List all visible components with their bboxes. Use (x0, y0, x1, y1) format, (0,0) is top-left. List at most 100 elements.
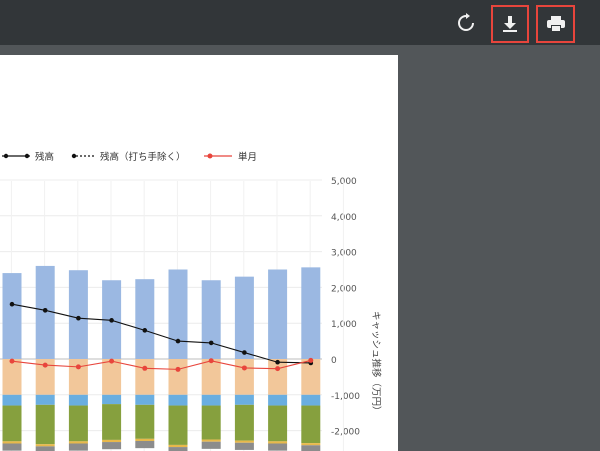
monthly-line (11, 359, 311, 370)
bar-segment (168, 444, 188, 448)
y-tick-label: 3,000 (331, 249, 357, 259)
bar-segment (168, 447, 188, 451)
bar-segment (35, 446, 55, 451)
monthly-point (175, 366, 181, 372)
legend-label-balance: 残高 (35, 151, 54, 163)
balance-point (109, 318, 114, 323)
bar-segment (268, 394, 288, 406)
bar-segment (35, 404, 55, 445)
balance-point (42, 308, 48, 313)
cash-flow-chart: 残高 残高（打ち手除く） 単月 5,000 4,000 3,000 2,000 1,000 0 -… (0, 151, 382, 451)
legend-label-monthly: 単月 (238, 151, 257, 163)
bar-segment (201, 439, 221, 442)
legend-marker-balance (3, 153, 9, 159)
bar-segment (102, 442, 122, 450)
bar-segment (68, 270, 88, 359)
bar-segment (68, 405, 88, 442)
bar-segment (2, 273, 22, 359)
bar-segment (135, 438, 155, 441)
bar-segment (68, 394, 88, 406)
bar-segment (135, 404, 155, 439)
bar-segment (301, 405, 321, 444)
monthly-point (142, 365, 148, 371)
bar-segment (268, 441, 288, 444)
monthly-point (109, 358, 115, 364)
bar-segment (201, 394, 221, 406)
monthly-point (241, 365, 247, 371)
download-icon (501, 15, 519, 33)
bar-segment (234, 394, 254, 405)
bar-segment (135, 394, 155, 405)
pdf-page: 残高 残高（打ち手除く） 単月 5,000 4,000 3,000 2,000 1,000 0 -… (0, 55, 398, 451)
rotate-icon (456, 13, 476, 33)
bar-segment (301, 443, 321, 446)
bar-segment (301, 394, 321, 406)
balance-line (11, 303, 311, 364)
bar-segment (301, 445, 321, 451)
legend-marker-balance-2 (24, 153, 30, 159)
legend-marker-monthly (207, 153, 213, 159)
monthly-point (75, 364, 81, 370)
bar-segment (102, 359, 122, 395)
bar-segment (234, 442, 254, 450)
bar-segment (168, 394, 188, 406)
balance-point (9, 301, 15, 307)
y-axis-label: キャッシュ推移（万円） (370, 311, 382, 416)
bar-segment (234, 404, 254, 441)
bar-segment (2, 359, 22, 395)
balance-point (76, 315, 81, 321)
bar-segment (135, 279, 155, 359)
print-button[interactable] (536, 5, 575, 43)
monthly-point (208, 358, 214, 364)
bar-segment (234, 440, 254, 443)
print-icon (546, 15, 566, 33)
legend-label-balance-excl: 残高（打ち手除く） (100, 151, 186, 163)
bar-segment (102, 404, 122, 440)
monthly-point (9, 358, 15, 364)
bar-segment (135, 359, 155, 395)
monthly-point (308, 357, 314, 363)
y-tick-label: -2,000 (331, 428, 360, 438)
bar-segment (68, 443, 88, 451)
rotate-button[interactable] (453, 10, 479, 36)
bar-segment (268, 405, 288, 442)
bar-segment (234, 276, 254, 359)
y-tick-label: 5,000 (331, 177, 357, 187)
y-tick-label: 4,000 (331, 213, 357, 223)
bar-segment (168, 269, 188, 359)
y-tick-label: 2,000 (331, 284, 357, 294)
pdf-toolbar (0, 0, 600, 45)
bar-segment (268, 269, 288, 359)
balance-point (142, 328, 148, 333)
bar-segment (102, 439, 122, 443)
bar-segment (68, 441, 88, 444)
bar-segment (168, 359, 188, 395)
bar-segment (2, 394, 22, 406)
bar-segment (268, 443, 288, 451)
monthly-point (42, 362, 48, 368)
legend-marker-balance-excl (71, 153, 77, 159)
bar-segment (201, 359, 221, 395)
bar-segment (234, 359, 254, 395)
balance-point (242, 350, 247, 355)
y-tick-label: 1,000 (331, 320, 357, 330)
download-button[interactable] (491, 5, 529, 43)
bar-segment (201, 441, 221, 449)
bar-segment (301, 267, 321, 359)
bar-segment (2, 405, 22, 442)
y-tick-label: 0 (331, 356, 337, 366)
y-tick-label: -1,000 (331, 392, 360, 402)
bar-segment (201, 280, 221, 359)
bar-segment (102, 394, 122, 405)
balance-point (208, 340, 214, 346)
bar-segment (168, 405, 188, 445)
bar-segment (2, 441, 22, 444)
monthly-point (275, 366, 281, 372)
bar-segment (201, 405, 221, 440)
balance-point (275, 359, 280, 365)
bar-segment (68, 359, 88, 395)
bar-segment (35, 394, 55, 405)
bar-segment (2, 443, 22, 451)
balance-point (175, 338, 181, 344)
bar-segment (35, 444, 55, 447)
